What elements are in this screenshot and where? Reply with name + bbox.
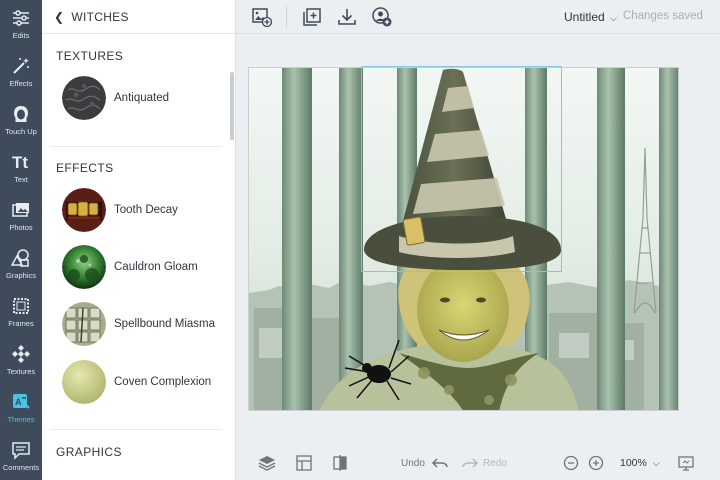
zoom-level: 100%: [620, 457, 647, 469]
redo-button[interactable]: Redo: [461, 454, 507, 472]
cauldron-gloam-thumbnail: [62, 245, 106, 289]
undo-icon: [431, 458, 448, 468]
undo-button[interactable]: Undo: [401, 454, 449, 472]
panel-scrollbar[interactable]: [230, 72, 234, 140]
back-button[interactable]: ❮ WITCHES: [42, 0, 235, 34]
edited-photo: [249, 68, 678, 410]
svg-text:A: A: [15, 397, 22, 407]
coven-complexion-thumbnail: [62, 360, 106, 404]
document-title: Untitled: [564, 10, 605, 24]
tool-rail: Edits Effects Touch Up Tt Text Photos Gr…: [0, 0, 42, 480]
antiquated-thumbnail: [62, 76, 106, 120]
texture-icon: [12, 345, 30, 363]
download-icon: [338, 9, 356, 25]
shapes-icon: [11, 249, 29, 267]
add-layer-button[interactable]: [301, 6, 323, 28]
spellbound-miasma-thumbnail: [62, 302, 106, 346]
item-label: Spellbound Miasma: [114, 318, 216, 330]
list-item-antiquated[interactable]: Antiquated: [62, 76, 232, 120]
zoom-out-icon: [563, 455, 579, 471]
bottom-toolbar: Undo Redo 100% ⌵: [236, 446, 720, 480]
zoom-out-button[interactable]: [562, 454, 580, 472]
monitor-icon: [678, 456, 694, 471]
rail-item-graphics[interactable]: Graphics: [0, 240, 42, 288]
frame-icon: [13, 298, 29, 314]
rail-label: Themes: [7, 415, 35, 424]
photo-canvas[interactable]: [248, 67, 679, 411]
layers-button[interactable]: [258, 454, 276, 472]
rail-label: Effects: [9, 79, 33, 88]
section-title-effects: EFFECTS: [56, 161, 114, 175]
rail-label: Graphics: [5, 271, 36, 280]
compare-icon: [333, 455, 347, 471]
section-divider: [50, 429, 222, 430]
list-item-spellbound-miasma[interactable]: Spellbound Miasma: [62, 302, 232, 346]
zoom-in-icon: [588, 455, 604, 471]
download-button[interactable]: [336, 6, 358, 28]
add-layer-icon: [303, 8, 321, 26]
rail-item-frames[interactable]: Frames: [0, 288, 42, 336]
rail-label: Comments: [2, 463, 40, 472]
rail-item-photos[interactable]: Photos: [0, 192, 42, 240]
list-item-coven-complexion[interactable]: Coven Complexion: [62, 360, 232, 404]
theme-panel: ❮ WITCHES TEXTURES Antiquated EFFECTS To…: [42, 0, 236, 480]
zoom-dropdown[interactable]: 100% ⌵: [620, 454, 660, 472]
add-photo-icon: [252, 8, 272, 27]
undo-label: Undo: [401, 457, 425, 469]
save-status: Changes saved: [623, 10, 703, 22]
toolbar-separator: [286, 6, 287, 28]
redo-label: Redo: [483, 457, 507, 469]
face-icon: [14, 106, 28, 122]
rail-label: Frames: [8, 319, 34, 328]
photos-icon: [12, 203, 29, 217]
item-label: Antiquated: [114, 92, 169, 104]
panel-title: WITCHES: [71, 9, 129, 24]
layers-icon: [258, 456, 276, 471]
rail-item-touch-up[interactable]: Touch Up: [0, 96, 42, 144]
chevron-down-icon: ⌵: [610, 13, 617, 23]
rail-label: Edits: [12, 31, 30, 40]
tooth-decay-thumbnail: [62, 188, 106, 232]
rail-label: Photos: [9, 223, 33, 232]
list-item-tooth-decay[interactable]: Tooth Decay: [62, 188, 232, 232]
chevron-left-icon: ❮: [54, 9, 65, 24]
rail-item-themes[interactable]: A Themes: [0, 384, 42, 432]
compare-button[interactable]: [331, 454, 349, 472]
rail-label: Text: [14, 175, 28, 184]
add-image-button[interactable]: [251, 6, 273, 28]
svg-text:Tt: Tt: [12, 153, 28, 172]
chevron-down-icon: ⌵: [652, 457, 660, 468]
item-label: Cauldron Gloam: [114, 261, 198, 273]
section-title-graphics: GRAPHICS: [56, 445, 122, 459]
rail-label: Touch Up: [5, 127, 37, 136]
grid-icon: [296, 455, 312, 471]
rail-item-text[interactable]: Tt Text: [0, 144, 42, 192]
rail-label: Textures: [6, 367, 36, 376]
top-toolbar: Untitled ⌵ Changes saved: [236, 0, 720, 34]
comment-icon: [12, 442, 30, 460]
add-user-icon: [372, 7, 392, 27]
rail-item-edits[interactable]: Edits: [0, 0, 42, 48]
item-label: Tooth Decay: [114, 204, 178, 216]
rail-item-textures[interactable]: Textures: [0, 336, 42, 384]
list-item-cauldron-gloam[interactable]: Cauldron Gloam: [62, 245, 232, 289]
themes-icon: A: [13, 394, 30, 409]
magic-wand-icon: [13, 58, 29, 74]
document-title-dropdown[interactable]: Untitled ⌵: [564, 10, 617, 24]
share-button[interactable]: [371, 6, 393, 28]
section-title-textures: TEXTURES: [56, 49, 124, 63]
rail-item-effects[interactable]: Effects: [0, 48, 42, 96]
text-icon: Tt: [12, 153, 28, 172]
section-divider: [50, 146, 222, 147]
rail-item-comments[interactable]: Comments: [0, 432, 42, 480]
zoom-in-button[interactable]: [587, 454, 605, 472]
redo-icon: [462, 458, 479, 468]
sliders-icon: [13, 10, 29, 26]
crop-button[interactable]: [295, 454, 313, 472]
item-label: Coven Complexion: [114, 376, 212, 388]
fullscreen-button[interactable]: [677, 454, 695, 472]
